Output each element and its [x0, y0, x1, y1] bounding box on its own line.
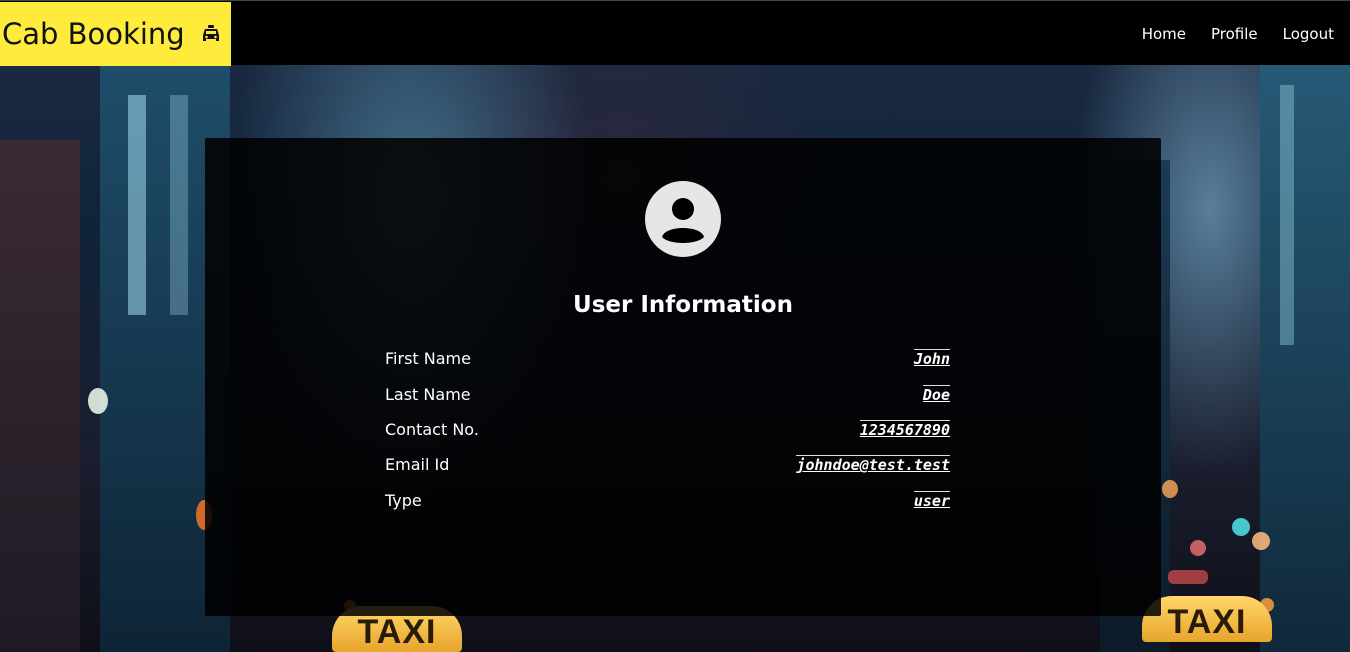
info-label: First Name	[385, 349, 471, 369]
info-list: First Name John Last Name Doe Contact No…	[385, 341, 950, 518]
info-row-email: Email Id johndoe@test.test	[385, 447, 950, 482]
nav-links: Home Profile Logout	[1142, 1, 1334, 66]
info-label: Type	[385, 490, 422, 510]
info-row-last-name: Last Name Doe	[385, 376, 950, 411]
building-shape	[1260, 65, 1350, 652]
info-value: 1234567890	[859, 419, 950, 439]
info-value: user	[913, 490, 950, 510]
brand-title: Cab Booking	[2, 17, 185, 51]
card-title: User Information	[573, 292, 793, 318]
nav-profile-link[interactable]: Profile	[1211, 25, 1258, 43]
info-label: Last Name	[385, 384, 471, 404]
taxi-icon	[201, 24, 221, 44]
user-avatar-icon	[645, 181, 721, 257]
user-info-card: User Information First Name John Last Na…	[205, 138, 1161, 616]
building-shape	[0, 140, 80, 652]
navbar: Cab Booking Home Profile Logout	[0, 0, 1350, 66]
brand-logo[interactable]: Cab Booking	[0, 2, 231, 66]
nav-logout-link[interactable]: Logout	[1283, 25, 1334, 43]
info-value: John	[913, 349, 950, 369]
info-row-contact: Contact No. 1234567890	[385, 412, 950, 447]
info-row-type: Type user	[385, 483, 950, 518]
info-value: Doe	[922, 384, 950, 404]
info-row-first-name: First Name John	[385, 341, 950, 376]
info-value: johndoe@test.test	[796, 455, 950, 475]
taxi-sign-right: TAXI	[1142, 596, 1272, 642]
info-label: Email Id	[385, 455, 450, 475]
info-label: Contact No.	[385, 419, 479, 439]
nav-home-link[interactable]: Home	[1142, 25, 1186, 43]
